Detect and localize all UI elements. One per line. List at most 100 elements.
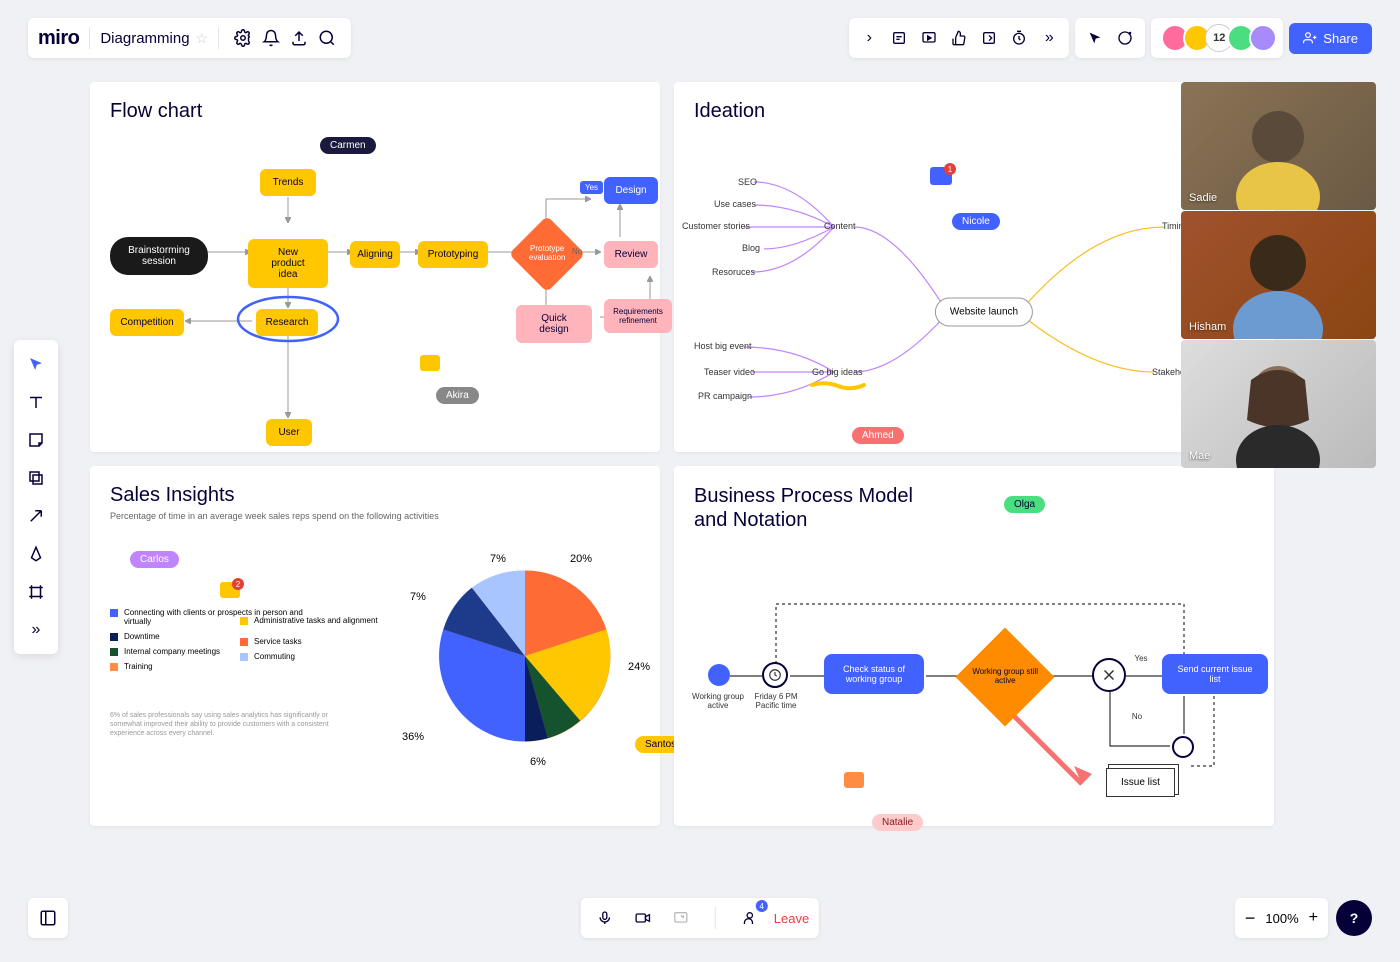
frames-panel-button[interactable] xyxy=(28,898,68,938)
bpmn-decide[interactable]: Working group still active xyxy=(956,628,1055,727)
bell-icon[interactable] xyxy=(257,24,285,52)
note-icon[interactable] xyxy=(885,24,913,52)
node-aligning[interactable]: Aligning xyxy=(350,241,400,268)
present-icon[interactable] xyxy=(915,24,943,52)
flowchart-body: Trends Brainstorming session New product… xyxy=(110,127,640,447)
pen-tool[interactable] xyxy=(18,536,54,572)
video-tile[interactable]: Hisham xyxy=(1181,211,1376,339)
mm-item[interactable]: Use cases xyxy=(714,199,756,209)
node-brainstorm[interactable]: Brainstorming session xyxy=(110,237,208,275)
comment-icon[interactable]: 2 xyxy=(220,582,240,598)
node-competition[interactable]: Competition xyxy=(110,309,184,336)
settings-icon[interactable] xyxy=(229,24,257,52)
mm-gobig[interactable]: Go big ideas xyxy=(812,367,863,377)
cursor-carmen: Carmen xyxy=(320,137,376,154)
frame-title: Ideation xyxy=(694,100,1254,123)
sticky-tool[interactable] xyxy=(18,422,54,458)
meeting-controls: 4 Leave xyxy=(581,898,819,938)
mm-item[interactable]: Customer stories xyxy=(682,221,750,231)
bpmn-check[interactable]: Check status of working group xyxy=(824,654,924,694)
text-tool[interactable] xyxy=(18,384,54,420)
search-icon[interactable] xyxy=(313,24,341,52)
bpmn-timer[interactable] xyxy=(762,662,788,688)
cursor-olga: Olga xyxy=(1004,496,1045,513)
more-icon[interactable]: » xyxy=(1035,24,1063,52)
video-tile[interactable]: Sadie xyxy=(1181,82,1376,210)
help-button[interactable]: ? xyxy=(1336,900,1372,936)
expand-icon[interactable]: › xyxy=(855,24,883,52)
comment-icon[interactable] xyxy=(844,772,864,788)
node-new-product[interactable]: New product idea xyxy=(248,239,328,288)
zoom-out-button[interactable]: − xyxy=(1245,908,1256,929)
participants-icon[interactable]: 4 xyxy=(736,904,764,932)
cursor-ahmed: Ahmed xyxy=(852,427,904,444)
activity-icon[interactable] xyxy=(975,24,1003,52)
node-trends[interactable]: Trends xyxy=(260,169,316,196)
bpmn-issue-list[interactable]: Issue list xyxy=(1106,768,1175,797)
node-research[interactable]: Research xyxy=(256,309,318,336)
bpmn-send[interactable]: Send current issue list xyxy=(1162,654,1268,694)
app-logo[interactable]: miro xyxy=(38,27,79,50)
select-tool[interactable] xyxy=(18,346,54,382)
export-icon[interactable] xyxy=(285,24,313,52)
flowchart-frame[interactable]: Flow chart Trends Brainstorming session … xyxy=(90,82,660,452)
board-name[interactable]: Diagramming xyxy=(100,30,189,47)
node-user[interactable]: User xyxy=(266,419,312,446)
node-review[interactable]: Review xyxy=(604,241,658,268)
sales-frame[interactable]: Sales Insights Percentage of time in an … xyxy=(90,466,660,826)
screenshare-icon[interactable] xyxy=(667,904,695,932)
mm-item[interactable]: Host big event xyxy=(694,341,752,351)
node-prototyping[interactable]: Prototyping xyxy=(418,241,488,268)
cursor-chat-icon[interactable] xyxy=(1081,24,1109,52)
node-quick-design[interactable]: Quick design xyxy=(516,305,592,343)
header-left-group: miro Diagramming ☆ xyxy=(28,18,351,58)
cursor-carlos: Carlos xyxy=(130,551,179,568)
header: miro Diagramming ☆ › » 12 xyxy=(28,18,1372,58)
pie-chart[interactable]: 20% 24% 6% 36% 7% 7% Santosh xyxy=(430,561,620,751)
video-name: Hisham xyxy=(1189,321,1226,333)
comment-icon[interactable] xyxy=(420,355,440,371)
node-req-refine[interactable]: Requirements refinement xyxy=(604,299,672,333)
mm-item[interactable]: Resoruces xyxy=(712,267,755,277)
mm-item[interactable]: PR campaign xyxy=(698,391,752,401)
divider xyxy=(89,27,90,49)
mm-content[interactable]: Content xyxy=(824,221,856,231)
video-name: Sadie xyxy=(1189,192,1217,204)
frame-tool[interactable] xyxy=(18,574,54,610)
node-design[interactable]: Design xyxy=(604,177,658,204)
canvas[interactable]: Flow chart Trends Brainstorming session … xyxy=(90,82,1376,872)
left-toolbar: » xyxy=(14,340,58,654)
video-tile[interactable]: Mae xyxy=(1181,340,1376,468)
comment-icon[interactable]: 1 xyxy=(930,167,952,185)
mm-item[interactable]: SEO xyxy=(738,177,757,187)
mm-item[interactable]: Blog xyxy=(742,243,760,253)
video-icon[interactable] xyxy=(629,904,657,932)
arrow-tool[interactable] xyxy=(18,498,54,534)
shape-tool[interactable] xyxy=(18,460,54,496)
frame-subtitle: Percentage of time in an average week sa… xyxy=(110,511,640,521)
share-button[interactable]: Share xyxy=(1289,23,1372,54)
mm-item[interactable]: Teaser video xyxy=(704,367,755,377)
divider xyxy=(218,27,219,49)
timer-icon[interactable] xyxy=(1005,24,1033,52)
leave-button[interactable]: Leave xyxy=(774,911,809,926)
avatar[interactable] xyxy=(1249,24,1277,52)
bpmn-frame[interactable]: Business Process Model and Notation Olga… xyxy=(674,466,1274,826)
star-icon[interactable]: ☆ xyxy=(196,30,209,47)
more-tools[interactable]: » xyxy=(18,612,54,648)
thumbsup-icon[interactable] xyxy=(945,24,973,52)
bpmn-body: Working group active Friday 6 PM Pacific… xyxy=(694,536,1254,826)
zoom-level[interactable]: 100% xyxy=(1265,911,1298,926)
bpmn-end[interactable] xyxy=(1172,736,1194,758)
zoom-in-button[interactable]: + xyxy=(1309,909,1318,927)
header-right: › » 12 Share xyxy=(849,18,1372,58)
bpmn-gateway[interactable] xyxy=(1092,658,1126,692)
reactions-icon[interactable] xyxy=(1111,24,1139,52)
mindmap-body: Website launch Content SEO Use cases Cus… xyxy=(694,127,1254,447)
mindmap-root[interactable]: Website launch xyxy=(935,298,1033,327)
bpmn-start[interactable] xyxy=(708,664,730,686)
mic-icon[interactable] xyxy=(591,904,619,932)
bpmn-label: Friday 6 PM Pacific time xyxy=(746,692,806,710)
zoom-controls: − 100% + ? xyxy=(1235,898,1372,938)
frame-title: Sales Insights xyxy=(110,484,640,507)
